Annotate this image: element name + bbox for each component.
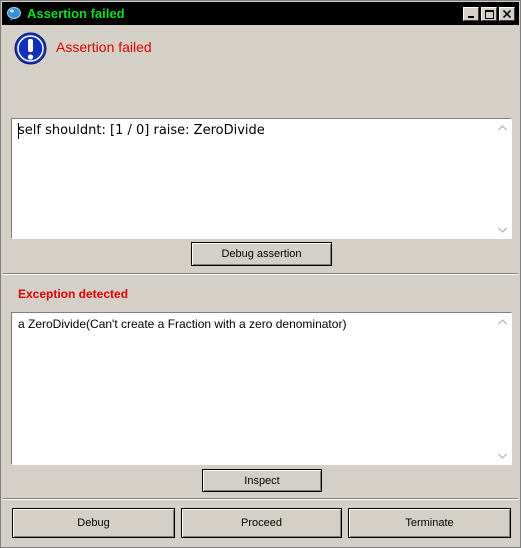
vertical-scrollbar[interactable]	[495, 120, 510, 237]
scroll-down-button[interactable]	[495, 448, 510, 463]
assertion-code-textbox[interactable]: self shouldnt: [1 / 0] raise: ZeroDivide	[11, 118, 512, 239]
minimize-icon	[468, 16, 474, 18]
debug-button[interactable]: Debug	[12, 508, 175, 538]
scroll-down-button[interactable]	[495, 222, 510, 237]
close-button[interactable]	[499, 7, 515, 21]
title-bar[interactable]: Assertion failed	[2, 2, 519, 25]
debug-assertion-button[interactable]: Debug assertion	[191, 242, 332, 266]
maximize-button[interactable]	[481, 7, 497, 21]
vertical-scrollbar[interactable]	[495, 314, 510, 463]
exception-text: a ZeroDivide(Can't create a Fraction wit…	[18, 317, 347, 331]
inspect-button[interactable]: Inspect	[202, 469, 322, 492]
separator	[3, 498, 518, 500]
chevron-up-icon	[498, 318, 507, 324]
exclamation-icon	[14, 32, 47, 65]
exception-detected-label: Exception detected	[18, 287, 129, 301]
chevron-down-icon	[498, 227, 507, 233]
minimize-button[interactable]	[463, 7, 479, 21]
separator	[3, 273, 518, 275]
maximize-icon	[484, 9, 494, 19]
squeak-balloon-icon	[7, 7, 21, 21]
close-icon	[503, 10, 511, 18]
scroll-up-button[interactable]	[495, 314, 510, 329]
chevron-up-icon	[498, 124, 507, 130]
terminate-button[interactable]: Terminate	[348, 508, 511, 538]
assertion-failed-message: Assertion failed	[56, 39, 152, 55]
proceed-button[interactable]: Proceed	[181, 508, 342, 538]
chevron-down-icon	[498, 453, 507, 459]
assertion-code-text: self shouldnt: [1 / 0] raise: ZeroDivide	[18, 123, 265, 138]
assertion-window: Assertion failed Assertion failed self s…	[0, 0, 521, 548]
window-title: Assertion failed	[27, 6, 125, 21]
exception-textbox[interactable]: a ZeroDivide(Can't create a Fraction wit…	[11, 312, 512, 465]
scroll-up-button[interactable]	[495, 120, 510, 135]
